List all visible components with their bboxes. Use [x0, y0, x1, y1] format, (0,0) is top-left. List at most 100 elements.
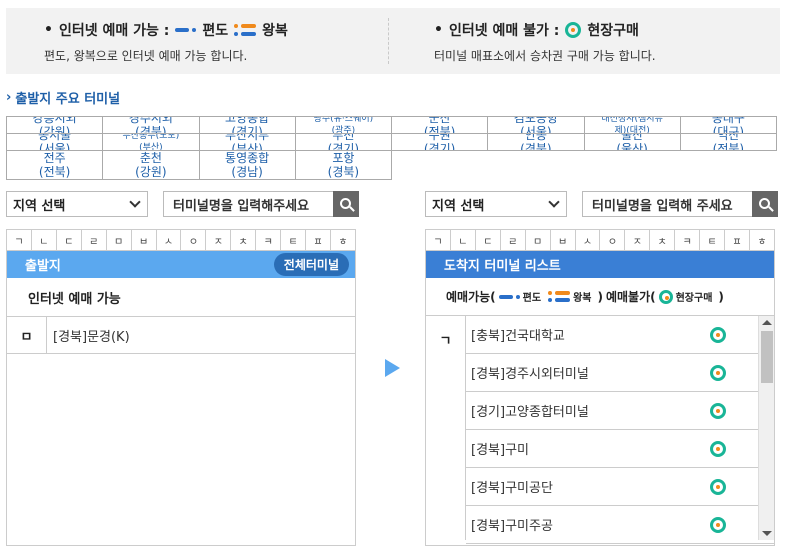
terminal-link[interactable]: 울산 (울산)	[584, 134, 681, 151]
terminal-link[interactable]: 강릉시외 (강원)	[7, 117, 104, 134]
scrollbar[interactable]	[758, 316, 774, 540]
terminal-link[interactable]: 동대구 (대구)	[680, 117, 777, 134]
consonant-filter-button[interactable]: ㄷ	[56, 230, 82, 251]
consonant-filter-button[interactable]: ㅊ	[650, 230, 676, 251]
departure-search-button[interactable]	[333, 191, 359, 217]
terminal-name: 통영종합	[225, 151, 270, 165]
terminal-link[interactable]: 부산서부 (부산)	[199, 134, 296, 151]
consonant-filter-button[interactable]: ㅂ	[131, 230, 157, 251]
terminal-region: (전북)	[712, 142, 745, 151]
oneway-icon	[498, 294, 520, 299]
oneway-icon	[175, 28, 197, 32]
terminal-name: 동대구	[711, 117, 745, 125]
terminal-link[interactable]: 대전청사(샘시뮤 제)(대전)	[584, 117, 681, 134]
terminal-name: 울산	[621, 134, 644, 142]
consonant-filter-button[interactable]: ㅌ	[281, 230, 307, 251]
terminal-link[interactable]: 전주 (전북)	[7, 151, 104, 180]
consonant-filter-button[interactable]: ㅁ	[525, 230, 551, 251]
terminal-region: (광주)	[331, 126, 356, 134]
consonant-filter-button[interactable]: ㄴ	[31, 230, 57, 251]
terminal-link[interactable]: 고양종합 (경기)	[199, 117, 296, 134]
onsite-icon	[658, 289, 673, 304]
consonant-filter-button[interactable]: ㄴ	[450, 230, 476, 251]
scroll-thumb[interactable]	[761, 331, 773, 383]
consonant-filter-button[interactable]: ㄹ	[81, 230, 107, 251]
consonant-filter-button[interactable]: ㅊ	[231, 230, 257, 251]
terminal-link[interactable]: 통영종합 (경남)	[199, 151, 296, 180]
list-item[interactable]: ㅁ [경북]문경(K)	[7, 317, 355, 354]
arrival-region-select[interactable]: 지역 선택	[425, 191, 567, 217]
consonant-filter-button[interactable]: ㅈ	[625, 230, 651, 251]
consonant-filter-button[interactable]: ㅌ	[700, 230, 726, 251]
consonant-filter-button[interactable]: ㄹ	[500, 230, 526, 251]
terminal-link[interactable]: 군산 (전북)	[392, 117, 489, 134]
list-item[interactable]: [경북]구미공단	[466, 468, 774, 506]
terminal-link[interactable]: 광주(유·스퀘어) (광주)	[295, 117, 392, 134]
scroll-down-icon[interactable]	[762, 531, 772, 536]
list-item[interactable]: [경북]구미주공	[466, 506, 774, 544]
terminal-name: 전주	[43, 151, 66, 165]
terminal-link[interactable]: 김포공항 (서울)	[488, 117, 585, 134]
consonant-filter-button[interactable]: ㅍ	[306, 230, 331, 251]
terminal-name: 동서울	[38, 134, 72, 142]
legend-close: )	[718, 289, 724, 304]
terminal-link[interactable]: 익산 (전북)	[680, 134, 777, 151]
arrival-search: 터미널명을 입력해 주세요	[582, 191, 778, 217]
consonant-filter-button[interactable]: ㅅ	[575, 230, 601, 251]
onsite-icon	[565, 22, 582, 38]
consonant-filter-button[interactable]: ㄱ	[7, 230, 32, 251]
legend-available: 예매가능(	[446, 290, 496, 304]
arrival-search-input[interactable]: 터미널명을 입력해 주세요	[582, 191, 752, 217]
terminal-name: 수원	[428, 134, 451, 142]
consonant-filter-button[interactable]: ㅎ	[749, 230, 775, 251]
arrival-consonant-filter: ㄱㄴㄷㄹㅁㅂㅅㅇㅈㅊㅋㅌㅍㅎ	[425, 229, 775, 251]
consonant-filter-button[interactable]: ㅇ	[181, 230, 207, 251]
departure-search-input[interactable]: 터미널명을 입력해주세요	[163, 191, 333, 217]
consonant-filter-button[interactable]: ㅂ	[550, 230, 576, 251]
terminal-region: (경기)	[327, 142, 360, 151]
arrival-search-button[interactable]	[752, 191, 778, 217]
consonant-filter-button[interactable]: ㅁ	[106, 230, 132, 251]
list-item[interactable]: [경북]경주시외터미널	[466, 354, 774, 392]
all-terminals-button[interactable]: 전체터미널	[273, 253, 349, 276]
terminal-link[interactable]: 경주시외 (경북)	[103, 117, 200, 134]
departure-region-select[interactable]: 지역 선택	[6, 191, 148, 217]
consonant-filter-button[interactable]: ㄷ	[475, 230, 501, 251]
terminal-region: (서울)	[520, 125, 552, 134]
scroll-up-icon[interactable]	[762, 320, 772, 325]
terminal-link[interactable]: 동서울 (서울)	[7, 134, 104, 151]
terminal-link[interactable]: 부산동부(노포) (부산)	[103, 134, 200, 151]
terminal-link[interactable]: 춘천 (강원)	[103, 151, 200, 180]
consonant-filter-button[interactable]: ㅅ	[156, 230, 182, 251]
terminal-name: [경북]경주시외터미널	[471, 367, 589, 382]
terminal-region: (경북)	[520, 142, 552, 151]
booking-info-box: • 인터넷 예매 가능 : 편도 왕복 편도, 왕복으로 인터넷 예매 가능 합…	[6, 8, 780, 74]
terminal-region: (경기)	[423, 142, 456, 151]
terminal-link[interactable]: 부천 (경기)	[295, 134, 392, 151]
consonant-filter-button[interactable]: ㅋ	[256, 230, 282, 251]
list-item[interactable]: [충북]건국대학교	[466, 316, 774, 354]
list-item[interactable]: [경북]구미	[466, 430, 774, 468]
terminal-link[interactable]: 수원 (경기)	[392, 134, 489, 151]
consonant-filter-button[interactable]: ㅇ	[600, 230, 626, 251]
legend-unavailable: 예매불가(	[605, 290, 656, 304]
terminal-region: (대구)	[712, 125, 745, 134]
terminal-name: 경주시외	[128, 117, 173, 125]
terminal-name: 강릉시외	[32, 117, 77, 125]
consonant-filter-button[interactable]: ㅋ	[675, 230, 701, 251]
terminal-link[interactable]: 포항 (경북)	[295, 151, 392, 180]
oneway-label: 편도	[202, 23, 229, 39]
consonant-filter-button[interactable]: ㅍ	[725, 230, 750, 251]
departure-consonant-filter: ㄱㄴㄷㄹㅁㅂㅅㅇㅈㅊㅋㅌㅍㅎ	[6, 229, 356, 251]
list-item[interactable]: [경기]고양종합터미널	[466, 392, 774, 430]
roundtrip-label: 왕복	[262, 23, 288, 39]
consonant-filter-button[interactable]: ㄱ	[426, 230, 451, 251]
terminal-name: 익산	[717, 134, 740, 142]
terminal-name: [경북]구미공단	[471, 481, 553, 496]
consonant-filter-button[interactable]: ㅎ	[330, 230, 356, 251]
departure-header: 출발지 전체터미널	[7, 251, 355, 278]
consonant-filter-button[interactable]: ㅈ	[206, 230, 232, 251]
departure-header-title: 출발지	[25, 259, 61, 274]
arrival-header: 도착지 터미널 리스트	[426, 251, 774, 278]
terminal-link[interactable]: 안동 (경북)	[488, 134, 585, 151]
